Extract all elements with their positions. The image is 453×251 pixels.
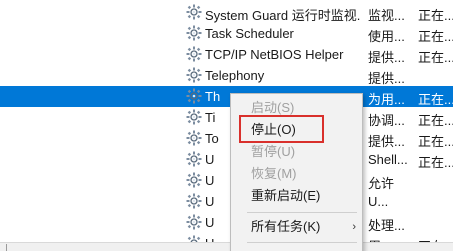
menu-separator — [247, 212, 357, 213]
service-description: 协调... — [368, 113, 405, 128]
service-description: 提供... — [368, 134, 405, 149]
service-row[interactable]: TCP/IP NetBIOS Helper 提供... 正在... — [0, 44, 453, 65]
gear-icon — [186, 67, 202, 83]
menu-item-restart[interactable]: 重新启动(E) — [231, 185, 362, 207]
gear-icon — [186, 193, 202, 209]
service-name: System Guard 运行时监视... — [205, 8, 360, 23]
service-status: 正在... — [418, 8, 453, 23]
service-description: U... — [368, 194, 389, 209]
menu-item-start: 启动(S) — [231, 97, 362, 119]
context-menu: 启动(S) 停止(O) 暂停(U) 恢复(M) 重新启动(E) 所有任务(K) … — [230, 93, 363, 251]
menu-separator — [247, 242, 357, 243]
menu-item-all-tasks[interactable]: 所有任务(K) › — [231, 216, 362, 238]
menu-item-stop[interactable]: 停止(O) — [231, 119, 362, 141]
service-row[interactable]: U 处理... — [0, 212, 453, 233]
menu-item-pause: 暂停(U) — [231, 141, 362, 163]
horizontal-scrollbar[interactable] — [0, 242, 453, 251]
menu-item-resume-label: 恢复(M) — [251, 166, 297, 181]
menu-item-all-tasks-label: 所有任务(K) — [251, 219, 321, 234]
gear-icon — [186, 214, 202, 230]
service-name: Task Scheduler — [205, 26, 294, 41]
gear-icon — [186, 88, 202, 104]
menu-item-pause-label: 暂停(U) — [251, 144, 296, 159]
menu-item-resume: 恢复(M) — [231, 163, 362, 185]
services-list: System Guard 运行时监视... 监视... 正在... Task Sche… — [0, 2, 453, 251]
service-description: 允许 — [368, 176, 395, 191]
gear-icon — [186, 130, 202, 146]
gear-icon — [186, 151, 202, 167]
service-row[interactable]: Telephony 提供... — [0, 65, 453, 86]
service-description: 监视... — [368, 8, 405, 23]
services-window: System Guard 运行时监视... 监视... 正在... Task Sche… — [0, 0, 453, 251]
service-description: 处理... — [368, 218, 405, 233]
service-row[interactable]: U U... — [0, 191, 453, 212]
service-status: 正在... — [418, 92, 453, 107]
service-row[interactable]: Th 为用... 正在... — [0, 86, 453, 107]
service-description: 为用... — [368, 92, 405, 107]
menu-item-stop-label: 停止(O) — [251, 122, 296, 137]
service-status: 正在... — [418, 113, 453, 128]
menu-item-restart-label: 重新启动(E) — [251, 188, 321, 203]
gear-icon — [186, 46, 202, 62]
submenu-arrow-icon: › — [352, 221, 356, 233]
service-description: 提供... — [368, 71, 405, 86]
service-status: 正在... — [418, 29, 453, 44]
gear-icon — [186, 109, 202, 125]
gear-icon — [186, 4, 202, 20]
service-row[interactable]: Ti 协调... 正在... — [0, 107, 453, 128]
service-status: 正在... — [418, 50, 453, 65]
service-name: Telephony — [205, 68, 265, 83]
scrollbar-grip[interactable] — [6, 244, 13, 251]
service-status: 正在... — [418, 155, 453, 170]
service-status: 正在... — [418, 134, 453, 149]
service-row[interactable]: To 提供... 正在... — [0, 128, 453, 149]
service-name: TCP/IP NetBIOS Helper — [205, 47, 344, 62]
service-row[interactable]: U Shell... 正在... — [0, 149, 453, 170]
service-row[interactable]: Task Scheduler 使用... 正在... — [0, 23, 453, 44]
service-description: Shell... — [368, 152, 408, 167]
service-description: 提供... — [368, 50, 405, 65]
service-row[interactable]: U 允许 — [0, 170, 453, 191]
menu-item-start-label: 启动(S) — [251, 100, 295, 115]
gear-icon — [186, 172, 202, 188]
gear-icon — [186, 25, 202, 41]
service-row[interactable]: System Guard 运行时监视... 监视... 正在... — [0, 2, 453, 23]
service-description: 使用... — [368, 29, 405, 44]
